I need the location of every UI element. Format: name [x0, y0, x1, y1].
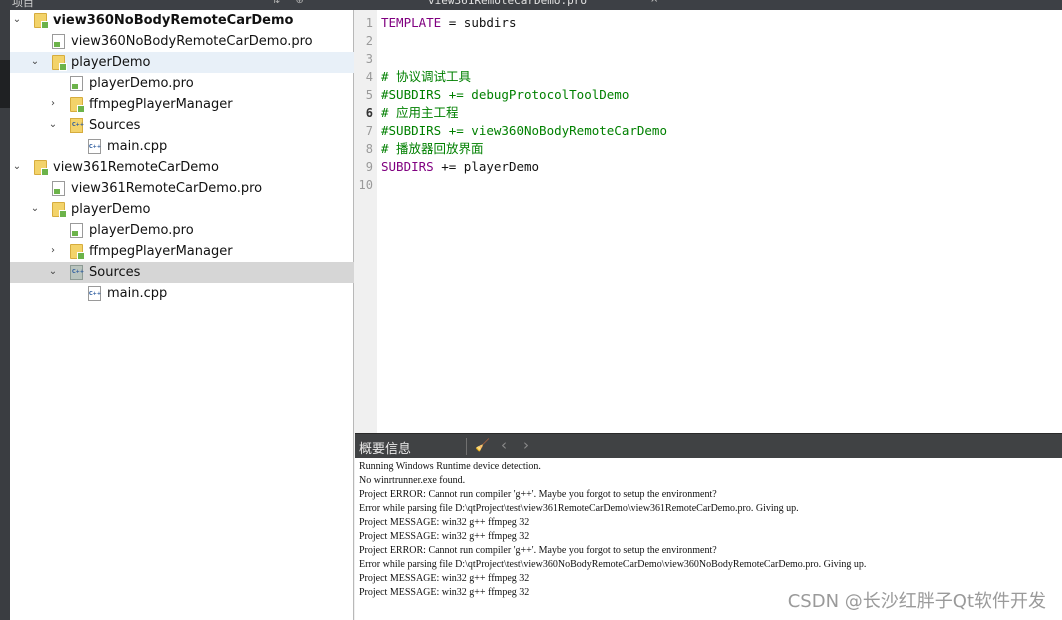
log-line: Project MESSAGE: win32 g++ ffmpeg 32	[359, 573, 530, 584]
project-folder-icon	[34, 160, 49, 176]
tree-item-label: Sources	[89, 118, 141, 133]
sync-filter-icon[interactable]: ⇅ ⊕	[272, 0, 310, 6]
line-number: 3	[365, 52, 373, 66]
line-number: 8	[365, 142, 373, 156]
tree-item[interactable]: › ffmpegPlayerManager	[10, 94, 354, 115]
code-line: SUBDIRS += playerDemo	[381, 158, 539, 176]
tree-item-label: playerDemo.pro	[89, 76, 194, 91]
tree-item-label: playerDemo.pro	[89, 223, 194, 238]
keyword-token: TEMPLATE	[381, 15, 442, 30]
line-number: 9	[365, 160, 373, 174]
watermark-text: CSDN @长沙红胖子Qt软件开发	[787, 591, 1046, 612]
pro-file-icon	[70, 223, 83, 238]
tree-item[interactable]: playerDemo.pro	[10, 73, 354, 94]
tree-item[interactable]: playerDemo.pro	[10, 220, 354, 241]
code-editor[interactable]: 1 2 3 4 5 6 7 8 9 10 TEMPLATE = subdirs …	[355, 10, 1062, 433]
tree-item[interactable]: › ffmpegPlayerManager	[10, 241, 354, 262]
line-number-current: 6	[365, 106, 373, 120]
chevron-down-icon[interactable]: ⌄	[30, 55, 40, 69]
log-line: Project ERROR: Cannot run compiler 'g++'…	[359, 489, 717, 500]
code-comment-line: # 应用主工程	[381, 105, 459, 120]
toolbar-divider	[466, 438, 467, 455]
tree-item[interactable]: ⌄ view360NoBodyRemoteCarDemo	[10, 10, 354, 31]
log-line: Project ERROR: Cannot run compiler 'g++'…	[359, 545, 717, 556]
tree-item-label: view360NoBodyRemoteCarDemo	[53, 13, 294, 28]
tree-item[interactable]: ⌄ Sources	[10, 115, 354, 136]
pro-file-icon	[52, 34, 65, 49]
cpp-file-icon	[88, 139, 101, 154]
project-folder-icon	[34, 13, 49, 29]
pro-file-icon	[70, 76, 83, 91]
tree-item[interactable]: view360NoBodyRemoteCarDemo.pro	[10, 31, 354, 52]
log-line: Running Windows Runtime device detection…	[359, 461, 541, 472]
close-tab-icon[interactable]: ×	[650, 0, 658, 5]
sources-folder-icon	[70, 118, 84, 133]
tree-item[interactable]: ⌄ playerDemo	[10, 52, 354, 73]
line-number: 4	[365, 70, 373, 84]
log-line: Project MESSAGE: win32 g++ ffmpeg 32	[359, 517, 530, 528]
code-comment-line: # 协议调试工具	[381, 69, 472, 84]
top-header-bar: 项目 ⇅ ⊕ view361RemoteCarDemo.pro ×	[10, 0, 1062, 10]
line-number: 10	[358, 178, 373, 192]
code-line: TEMPLATE = subdirs	[381, 14, 516, 32]
chevron-down-icon[interactable]: ⌄	[12, 160, 22, 174]
log-line: Project MESSAGE: win32 g++ ffmpeg 32	[359, 531, 530, 542]
project-folder-icon	[52, 202, 67, 218]
cpp-file-icon	[88, 286, 101, 301]
log-line: No winrtrunner.exe found.	[359, 475, 466, 486]
chevron-down-icon[interactable]: ⌄	[30, 202, 40, 216]
project-folder-icon	[70, 244, 85, 260]
tree-item-label: ffmpegPlayerManager	[89, 244, 233, 259]
code-comment-line: #SUBDIRS += debugProtocolToolDemo	[381, 87, 630, 102]
line-number: 5	[365, 88, 373, 102]
clear-output-icon[interactable]: 🧹	[475, 438, 490, 454]
line-number-gutter: 1 2 3 4 5 6 7 8 9 10	[355, 10, 377, 433]
mode-sidebar-marker	[0, 60, 10, 108]
tree-item-label: main.cpp	[107, 139, 168, 154]
tree-item[interactable]: view361RemoteCarDemo.pro	[10, 178, 354, 199]
tree-item-label: ffmpegPlayerManager	[89, 97, 233, 112]
code-text: += playerDemo	[433, 159, 540, 174]
line-number: 1	[365, 16, 373, 30]
chevron-down-icon[interactable]: ⌄	[12, 13, 22, 27]
pro-file-icon	[52, 181, 65, 196]
tree-item-label: view361RemoteCarDemo.pro	[71, 181, 263, 196]
tree-item[interactable]: ⌄ playerDemo	[10, 199, 354, 220]
chevron-right-icon[interactable]: ›	[48, 244, 58, 258]
tree-item-label: view361RemoteCarDemo	[53, 160, 219, 175]
tree-item-label: playerDemo	[71, 55, 151, 70]
project-folder-icon	[52, 55, 67, 71]
chevron-right-icon[interactable]: ›	[48, 97, 58, 111]
output-pane-header: 概要信息 🧹 ‹ ›	[355, 433, 1062, 458]
projects-panel-title: 项目	[12, 0, 34, 9]
keyword-token: SUBDIRS	[381, 159, 434, 174]
tree-item[interactable]: ⌄ view361RemoteCarDemo	[10, 157, 354, 178]
tree-item[interactable]: main.cpp	[10, 283, 354, 304]
tree-item-label: view360NoBodyRemoteCarDemo.pro	[71, 34, 313, 49]
tree-item-label: Sources	[89, 265, 141, 280]
project-tree: ⌄ view360NoBodyRemoteCarDemo view360NoBo…	[10, 10, 354, 620]
sources-folder-icon	[70, 265, 84, 280]
mode-sidebar	[0, 0, 10, 620]
code-comment-line: # 播放器回放界面	[381, 141, 484, 156]
line-number: 2	[365, 34, 373, 48]
previous-item-icon[interactable]: ‹	[501, 436, 507, 454]
tree-item-label: playerDemo	[71, 202, 151, 217]
tree-item[interactable]: main.cpp	[10, 136, 354, 157]
line-number: 7	[365, 124, 373, 138]
tree-item-selected[interactable]: ⌄ Sources	[10, 262, 354, 283]
chevron-down-icon[interactable]: ⌄	[48, 265, 58, 279]
output-pane-title[interactable]: 概要信息	[359, 438, 411, 457]
chevron-down-icon[interactable]: ⌄	[48, 118, 58, 132]
log-line: Error while parsing file D:\qtProject\te…	[359, 503, 799, 514]
project-folder-icon	[70, 97, 85, 113]
editor-file-tab[interactable]: view361RemoteCarDemo.pro	[428, 0, 638, 10]
next-item-icon[interactable]: ›	[523, 436, 529, 454]
log-line: Error while parsing file D:\qtProject\te…	[359, 559, 867, 570]
code-comment-line: #SUBDIRS += view360NoBodyRemoteCarDemo	[381, 123, 667, 138]
code-text: = subdirs	[441, 15, 517, 30]
tree-item-label: main.cpp	[107, 286, 168, 301]
log-line: Project MESSAGE: win32 g++ ffmpeg 32	[359, 587, 530, 598]
